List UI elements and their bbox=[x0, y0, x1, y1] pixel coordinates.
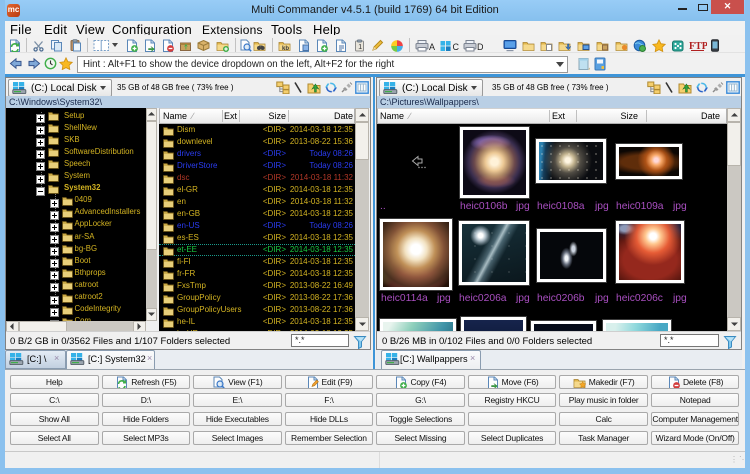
svg-text:C: C bbox=[453, 42, 460, 52]
svg-text:1: 1 bbox=[358, 44, 362, 51]
svg-text:A: A bbox=[429, 42, 435, 52]
svg-text:kb: kb bbox=[282, 46, 289, 52]
svg-text:D: D bbox=[477, 42, 483, 52]
